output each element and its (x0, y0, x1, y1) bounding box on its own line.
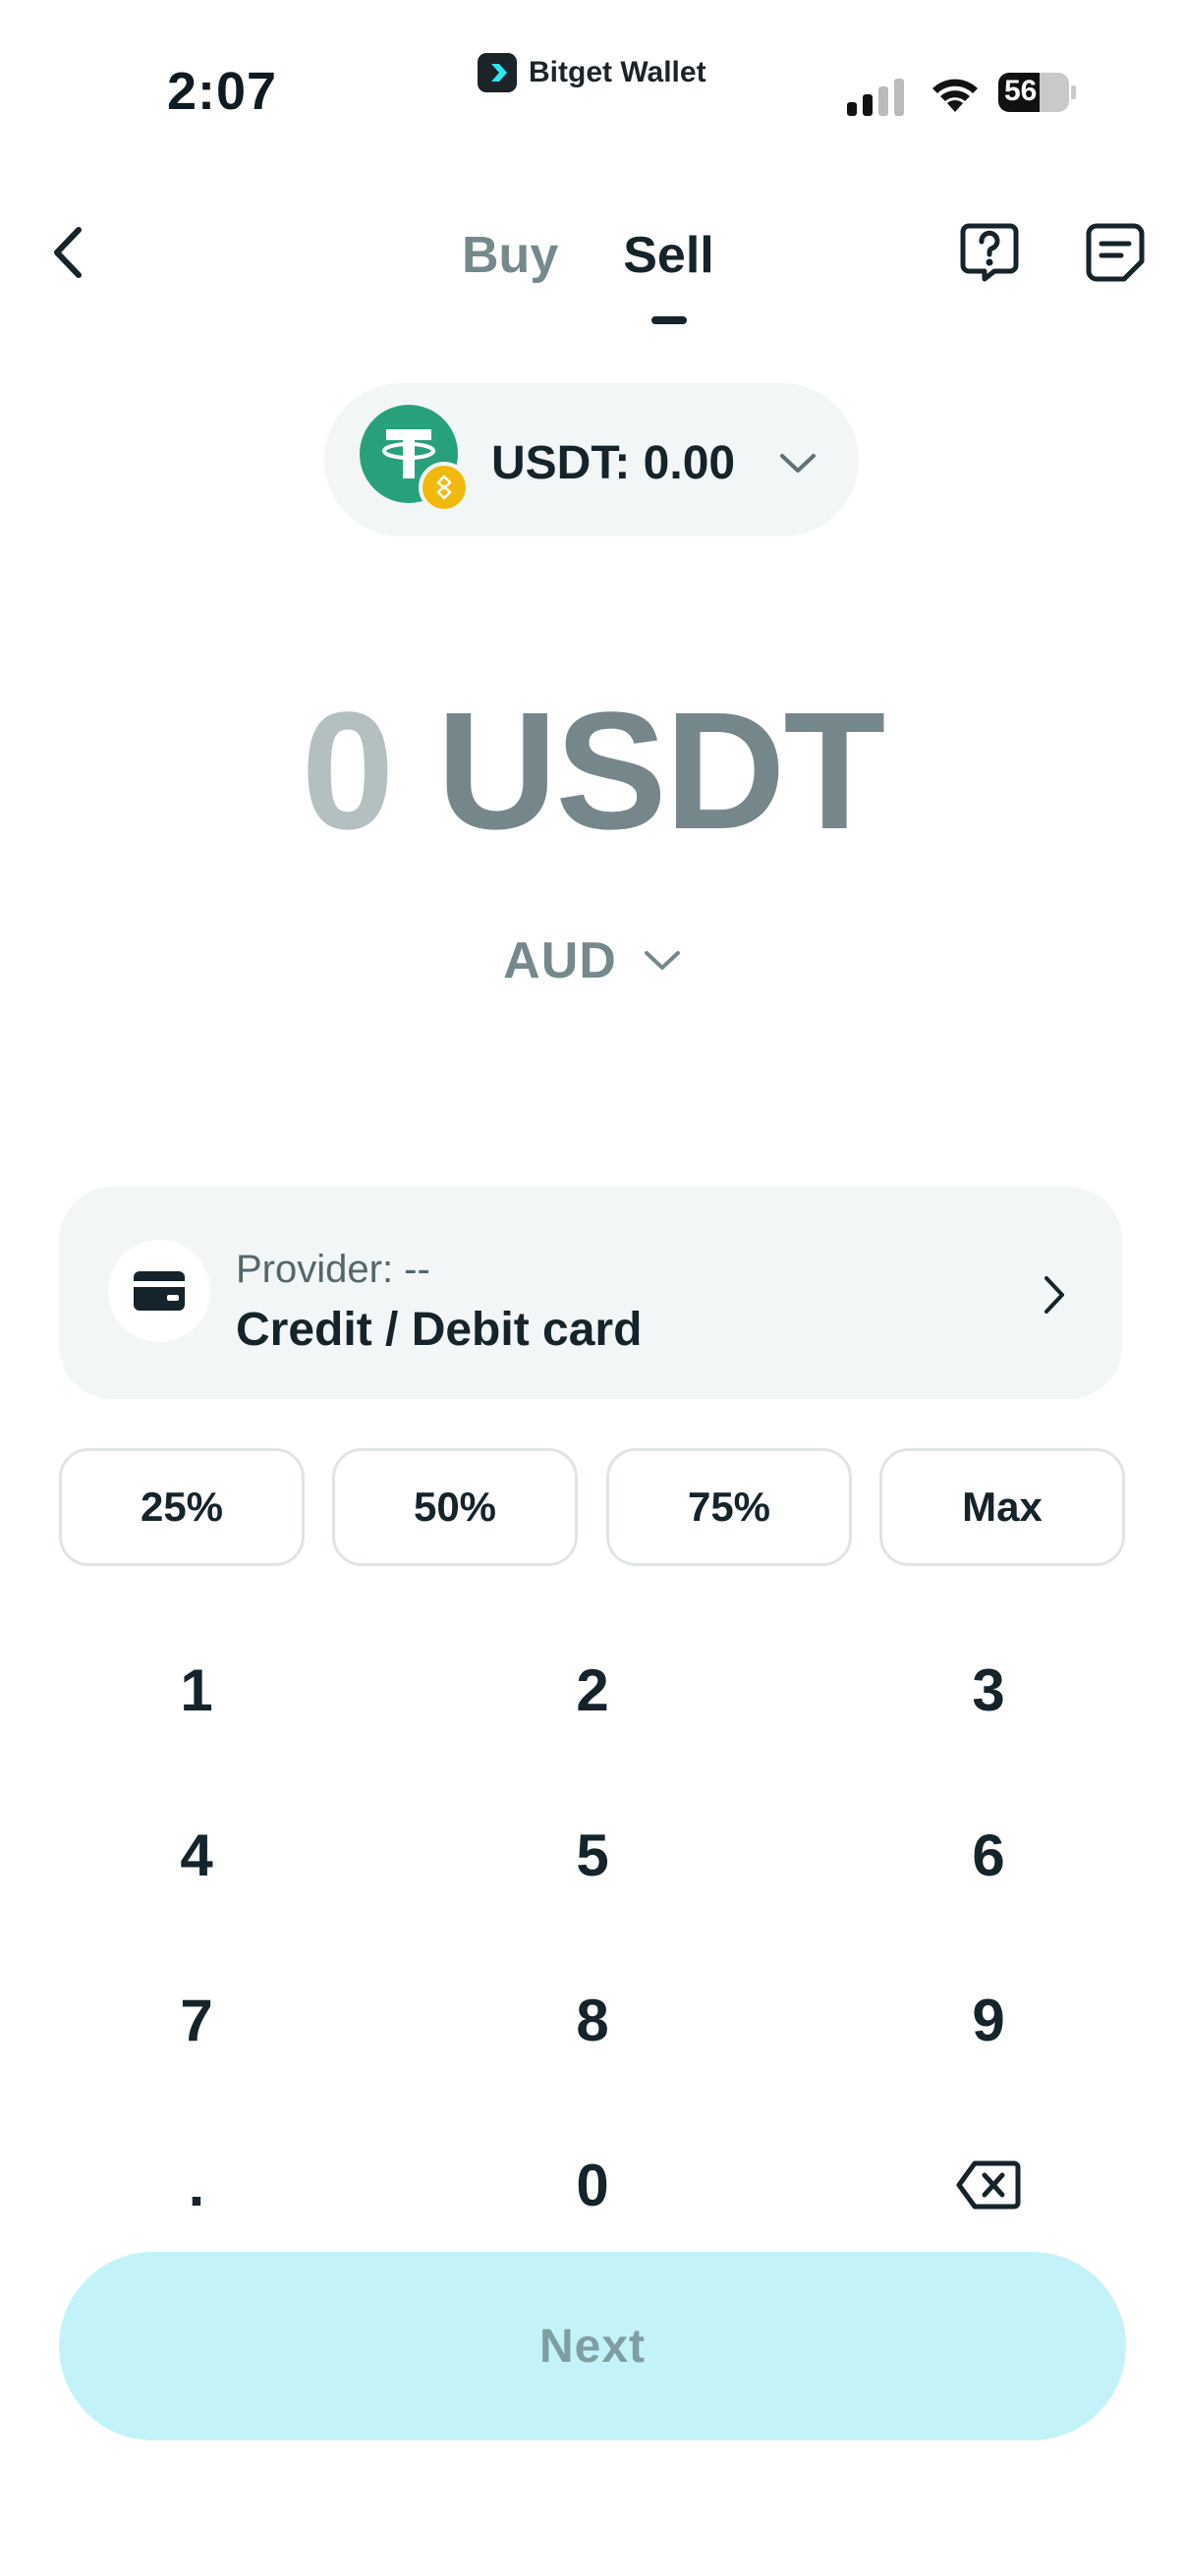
battery-icon: 56 (998, 73, 1077, 112)
key-6[interactable]: 6 (841, 1786, 1136, 1924)
key-1[interactable]: 1 (49, 1621, 344, 1759)
tab-buy[interactable]: Buy (462, 226, 558, 285)
provider-label: Provider: -- (236, 1248, 430, 1291)
tab-sell[interactable]: Sell (623, 226, 714, 285)
backspace-icon (956, 2160, 1021, 2210)
app-brand: Bitget Wallet (478, 51, 706, 94)
fiat-selector[interactable]: AUD (0, 931, 1185, 990)
app-name: Bitget Wallet (529, 56, 706, 88)
amount-value: 0 (301, 678, 395, 865)
signal-icon (847, 75, 904, 116)
chevron-down-icon (644, 951, 680, 970)
key-0[interactable]: 0 (445, 2116, 740, 2254)
percent-50-button[interactable]: 50% (332, 1448, 578, 1566)
orders-icon[interactable] (1085, 222, 1146, 283)
percent-75-button[interactable]: 75% (606, 1448, 852, 1566)
card-icon (134, 1271, 185, 1311)
bitget-logo-icon (478, 53, 517, 92)
back-arrow-icon[interactable] (45, 222, 90, 283)
fiat-currency-label: AUD (503, 932, 617, 989)
key-4[interactable]: 4 (49, 1786, 344, 1924)
token-balance-label: USDT: 0.00 (491, 437, 736, 489)
key-2[interactable]: 2 (445, 1621, 740, 1759)
amount-display: 0 USDT (0, 688, 1185, 855)
key-3[interactable]: 3 (841, 1621, 1136, 1759)
key-9[interactable]: 9 (841, 1951, 1136, 2089)
status-time: 2:07 (167, 62, 278, 121)
next-button[interactable]: Next (59, 2252, 1126, 2440)
buy-sell-tabs: Buy Sell (462, 226, 714, 285)
percent-25-button[interactable]: 25% (59, 1448, 305, 1566)
key-5[interactable]: 5 (445, 1786, 740, 1924)
card-icon-wrap (108, 1240, 210, 1342)
key-7[interactable]: 7 (49, 1951, 344, 2089)
key-decimal[interactable]: . (49, 2116, 344, 2254)
payment-method: Credit / Debit card (236, 1304, 643, 1356)
provider-card[interactable] (59, 1187, 1122, 1399)
amount-currency: USDT (436, 678, 886, 865)
wifi-icon (932, 79, 978, 112)
key-8[interactable]: 8 (445, 1951, 740, 2089)
chevron-right-icon (1044, 1276, 1064, 1314)
chevron-down-icon (780, 454, 816, 473)
bnb-chain-icon (419, 462, 470, 513)
battery-level: 56 (1004, 75, 1038, 107)
help-icon[interactable] (959, 222, 1020, 283)
backspace-key[interactable] (841, 2116, 1136, 2254)
max-button[interactable]: Max (879, 1448, 1125, 1566)
